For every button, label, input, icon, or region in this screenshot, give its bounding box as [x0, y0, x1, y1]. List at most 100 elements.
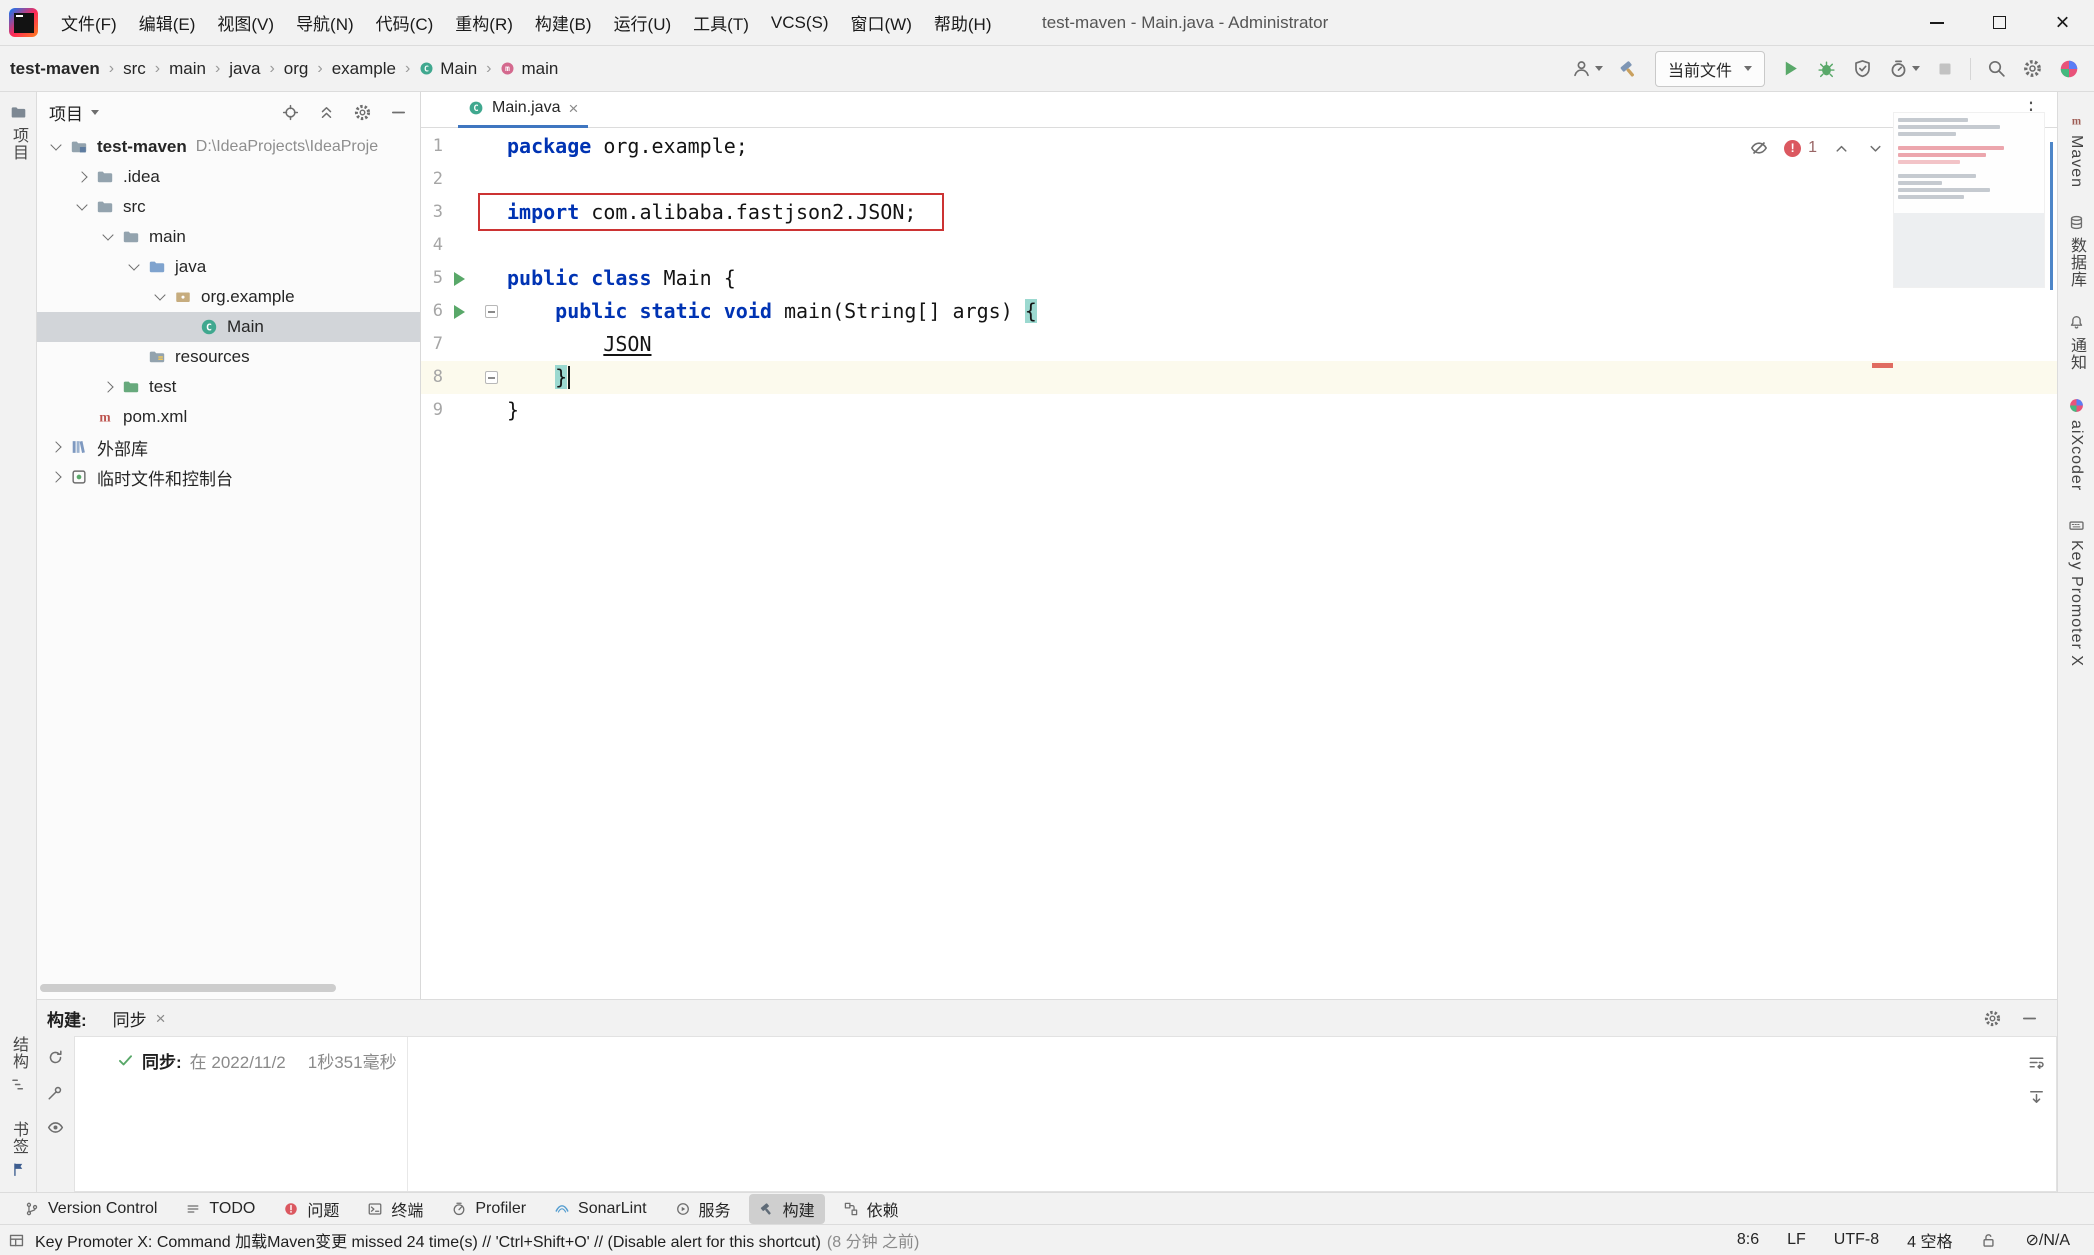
build-sync-message[interactable]: 同步: 在 2022/11/2 1秒351毫秒 [75, 1037, 2056, 1073]
error-count-badge[interactable]: 1 [1784, 139, 1817, 157]
close-tab-icon[interactable] [156, 1010, 166, 1027]
breadcrumb-item-test-maven[interactable]: test-maven [10, 59, 100, 79]
tree-node-.idea[interactable]: .idea [37, 162, 420, 192]
minimize-button[interactable] [1905, 0, 1968, 45]
status-item-LF[interactable]: LF [1787, 1231, 1806, 1249]
breadcrumb-item-example[interactable]: example [332, 59, 396, 79]
breadcrumb-item-main[interactable]: main [169, 59, 206, 79]
status-item-4 空格[interactable]: 4 空格 [1907, 1228, 1952, 1252]
toolwindow-button-Version Control[interactable]: Version Control [14, 1197, 167, 1221]
pin-button[interactable] [46, 1083, 65, 1102]
tree-node-test[interactable]: test [37, 372, 420, 402]
reload-sync-button[interactable] [46, 1048, 65, 1067]
select-opened-file-button[interactable] [281, 103, 300, 122]
close-tab-icon[interactable] [568, 100, 578, 117]
code-minimap[interactable] [1893, 112, 2045, 288]
search-everywhere-button[interactable] [1986, 58, 2007, 79]
breadcrumb-item-org[interactable]: org [284, 59, 309, 79]
code-line-4[interactable]: 4 [421, 229, 2057, 262]
build-hammer-icon[interactable] [1618, 58, 1640, 80]
project-panel-title[interactable]: 项目 [49, 100, 83, 125]
breadcrumb-item-main[interactable]: mmain [500, 59, 558, 79]
toolwindow-button-服务[interactable]: 服务 [665, 1194, 741, 1224]
tree-node-org.example[interactable]: org.example [37, 282, 420, 312]
tool-stripe-tab-aiXcoder[interactable]: aiXcoder [2067, 397, 2085, 491]
tree-node-main[interactable]: main [37, 222, 420, 252]
view-options-button[interactable] [46, 1118, 65, 1137]
tool-stripe-tab-通知[interactable]: 通知 [2064, 314, 2088, 371]
menu-item-6[interactable]: 构建(B) [524, 0, 603, 45]
menu-item-5[interactable]: 重构(R) [444, 0, 524, 45]
toolwindow-button-构建[interactable]: 构建 [749, 1194, 825, 1224]
tree-node-src[interactable]: src [37, 192, 420, 222]
tree-node-Main[interactable]: CMain [37, 312, 420, 342]
code-line-8[interactable]: 8 } [421, 361, 2057, 394]
user-account-button[interactable] [1571, 58, 1603, 79]
menu-item-3[interactable]: 导航(N) [285, 0, 365, 45]
debug-button[interactable] [1816, 58, 1837, 79]
tree-chevron-box[interactable] [71, 205, 93, 209]
scroll-to-end-button[interactable] [2027, 1088, 2046, 1107]
menu-item-8[interactable]: 工具(T) [682, 0, 760, 45]
collapse-all-button[interactable] [317, 103, 336, 122]
tool-stripe-tab-结构[interactable]: 结构 [6, 1036, 30, 1093]
toolwindow-button-依赖[interactable]: 依赖 [833, 1194, 909, 1224]
toolwindow-button-TODO[interactable]: TODO [175, 1197, 265, 1221]
menu-item-7[interactable]: 运行(U) [603, 0, 683, 45]
tree-chevron-box[interactable] [97, 235, 119, 239]
soft-wrap-button[interactable] [2027, 1053, 2046, 1072]
menu-item-1[interactable]: 编辑(E) [128, 0, 207, 45]
status-item-unlock-icon[interactable] [1980, 1232, 1997, 1249]
fold-end-icon[interactable] [485, 371, 498, 384]
maximize-button[interactable] [1968, 0, 2031, 45]
run-gutter-icon[interactable] [454, 272, 465, 286]
settings-gear-button[interactable] [2022, 58, 2043, 79]
menu-item-10[interactable]: 窗口(W) [840, 0, 923, 45]
menu-item-11[interactable]: 帮助(H) [923, 0, 1003, 45]
build-settings-gear-button[interactable] [1983, 1009, 2002, 1028]
code-line-7[interactable]: 7 JSON [421, 328, 2057, 361]
code-line-9[interactable]: 9} [421, 394, 2057, 427]
menu-item-0[interactable]: 文件(F) [50, 0, 128, 45]
toolwindow-quick-access-icon[interactable] [8, 1232, 25, 1249]
options-gear-button[interactable] [353, 103, 372, 122]
editor-tab-main-java[interactable]: C Main.java [458, 92, 588, 128]
breadcrumb-item-Main[interactable]: CMain [419, 59, 477, 79]
toolwindow-button-SonarLint[interactable]: SonarLint [544, 1197, 657, 1221]
hide-panel-button[interactable] [389, 103, 408, 122]
code-line-6[interactable]: 6 public static void main(String[] args)… [421, 295, 2057, 328]
tree-chevron-box[interactable] [97, 383, 119, 391]
previous-error-button[interactable] [1832, 139, 1851, 158]
aixcoder-plugin-icon[interactable] [2058, 58, 2080, 80]
close-button[interactable] [2031, 0, 2094, 45]
tree-node-resources[interactable]: resources [37, 342, 420, 372]
tree-chevron-box[interactable] [45, 443, 67, 451]
tool-stripe-tab-Maven[interactable]: mMaven [2067, 112, 2085, 188]
code-line-5[interactable]: 5public class Main { [421, 262, 2057, 295]
code-editor[interactable]: 1package org.example;23import com.alibab… [421, 128, 2057, 999]
tree-node-pom.xml[interactable]: mpom.xml [37, 402, 420, 432]
fold-start-icon[interactable] [485, 305, 498, 318]
code-line-2[interactable]: 2 [421, 163, 2057, 196]
tree-node-test-maven[interactable]: test-mavenD:\IdeaProjects\IdeaProje [37, 132, 420, 162]
horizontal-scrollbar[interactable] [40, 984, 336, 992]
tree-chevron-box[interactable] [45, 473, 67, 481]
menu-item-9[interactable]: VCS(S) [760, 0, 840, 45]
toolwindow-button-问题[interactable]: 问题 [273, 1194, 349, 1224]
tree-node-java[interactable]: java [37, 252, 420, 282]
breadcrumb-item-src[interactable]: src [123, 59, 146, 79]
status-item-⊘/N/A[interactable]: ⊘/N/A [2025, 1230, 2070, 1250]
code-line-3[interactable]: 3import com.alibaba.fastjson2.JSON; [421, 196, 2057, 229]
tool-stripe-tab-书签[interactable]: 书签 [6, 1121, 30, 1178]
build-tab-sync[interactable]: 同步 [113, 1006, 166, 1031]
tree-chevron-box[interactable] [149, 295, 171, 299]
tree-chevron-box[interactable] [123, 265, 145, 269]
run-configuration-select[interactable]: 当前文件 [1655, 51, 1765, 87]
run-with-coverage-button[interactable] [1852, 58, 1873, 79]
toolwindow-button-终端[interactable]: 终端 [357, 1194, 433, 1224]
tool-stripe-tab-项目[interactable]: 项目 [6, 104, 30, 161]
tree-chevron-box[interactable] [71, 173, 93, 181]
tool-stripe-tab-数据库[interactable]: 数据库 [2064, 214, 2088, 288]
status-item-UTF-8[interactable]: UTF-8 [1834, 1231, 1879, 1249]
editor-scrollbar[interactable] [2050, 142, 2053, 290]
